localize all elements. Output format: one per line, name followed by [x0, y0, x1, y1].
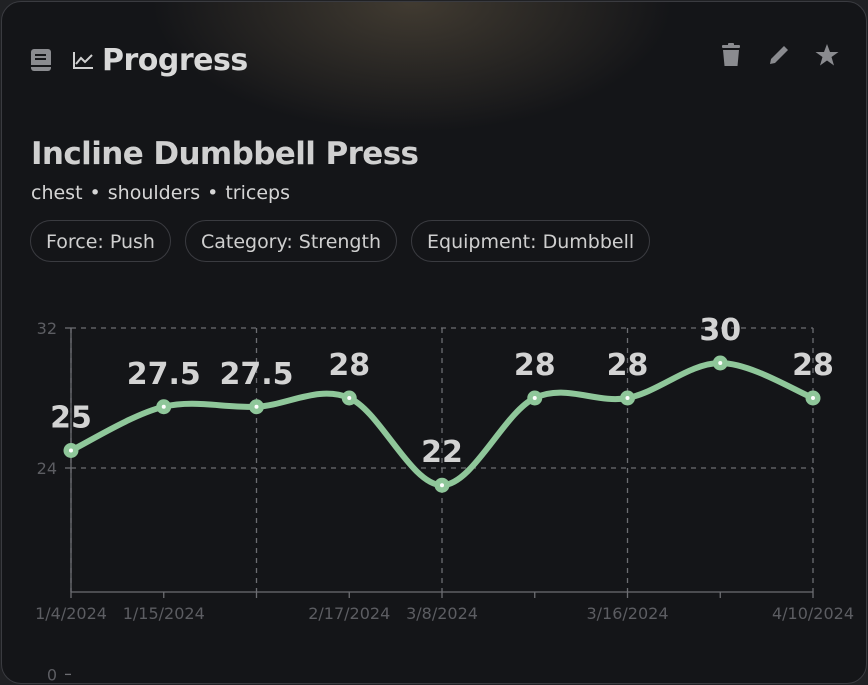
y-tick-label: 0: [47, 665, 57, 684]
x-tick-label: 3/8/2024: [406, 604, 478, 623]
x-tick-label: 1/4/2024: [35, 604, 107, 623]
data-point-center: [718, 361, 723, 365]
data-label: 28: [792, 348, 834, 383]
y-tick-label: 32: [37, 319, 57, 338]
data-point-center: [440, 483, 444, 488]
x-tick-label: 3/16/2024: [586, 604, 668, 623]
data-label: 27.5: [127, 357, 201, 392]
data-point-center: [161, 404, 166, 409]
data-label: 28: [328, 348, 370, 383]
progress-chart: 0 24 32 1/4/2024 1/15/2024 2/17/2024 3/8/2024…: [35, 313, 854, 684]
data-label: 28: [607, 348, 649, 383]
data-label: 27.5: [219, 357, 293, 392]
data-point-center: [254, 404, 259, 409]
x-tick-label: 2/17/2024: [308, 604, 390, 623]
data-point-center: [532, 396, 537, 400]
data-label: 22: [421, 435, 463, 470]
x-axis-ticks: 1/4/2024 1/15/2024 2/17/2024 3/8/2024 3/16/2…: [35, 592, 854, 623]
data-label: 25: [50, 401, 92, 436]
data-point-center: [69, 448, 73, 453]
data-point-center: [347, 396, 352, 400]
y-axis-ticks: 0 24 32: [37, 319, 71, 684]
data-label: 30: [699, 313, 741, 348]
data-label: 28: [514, 348, 556, 383]
x-tick-label: 4/10/2024: [772, 604, 854, 623]
y-tick-label: 24: [37, 459, 57, 478]
data-point-center: [811, 396, 815, 400]
x-tick-label: 1/15/2024: [123, 604, 205, 623]
data-point-center: [625, 396, 630, 400]
